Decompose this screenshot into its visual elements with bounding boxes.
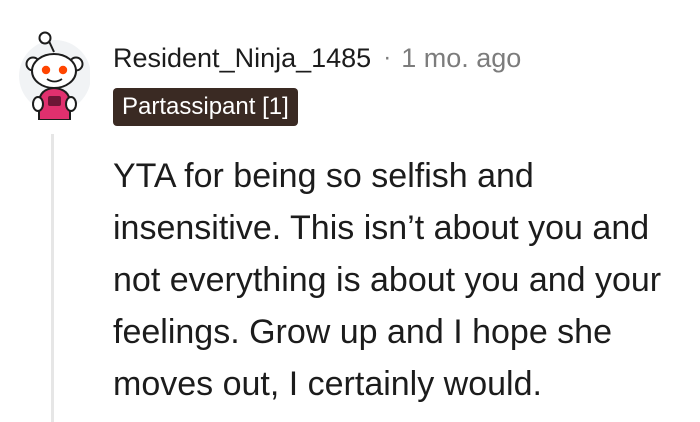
thread-line[interactable] [51,134,54,422]
username-link[interactable]: Resident_Ninja_1485 [113,43,371,74]
comment-timestamp[interactable]: 1 mo. ago [401,43,521,74]
meta-separator: · [383,44,392,71]
snoo-avatar-icon[interactable] [18,30,91,121]
comment-body: YTA for being so selfish and insensitive… [113,157,662,403]
comment: Resident_Ninja_1485 · 1 mo. ago Partassi… [0,0,700,422]
user-flair-badge: Partassipant [1] [113,88,298,126]
comment-meta: Resident_Ninja_1485 · 1 mo. ago [113,38,521,78]
